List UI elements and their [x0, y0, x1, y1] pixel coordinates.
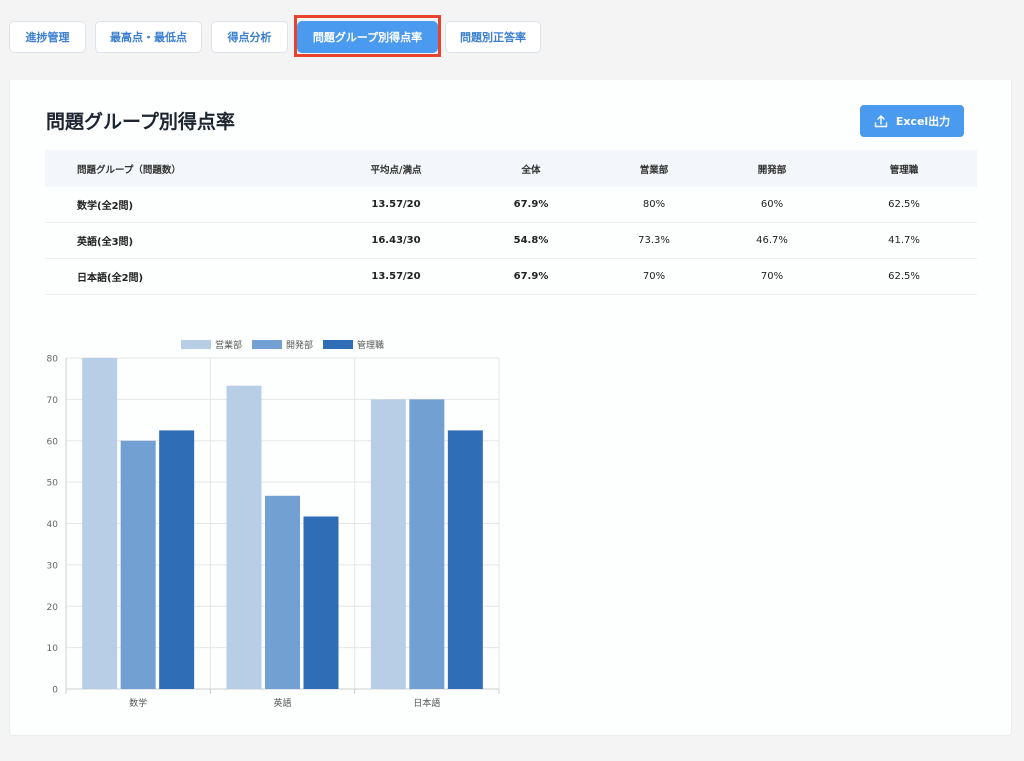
legend-swatch [181, 340, 211, 349]
y-tick-label: 80 [47, 355, 59, 365]
bar [82, 358, 118, 689]
x-tick-label: 数学 [129, 697, 147, 709]
bar [303, 516, 339, 689]
content-card: 問題グループ別得点率 Excel出力 問題グループ（問題数） 平均点/満点 全体… [9, 80, 1012, 736]
bar [370, 399, 406, 689]
bar [447, 430, 483, 689]
legend-label: 営業部 [215, 339, 242, 351]
tab-question-rate[interactable]: 問題別正答率 [445, 21, 541, 53]
tab-bar: 進捗管理 最高点・最低点 得点分析 問題グループ別得点率 問題別正答率 [0, 0, 1024, 80]
legend-label: 管理職 [357, 339, 384, 351]
table-row: 英語(全3問) 16.43/30 54.8% 73.3% 46.7% 41.7% [45, 223, 977, 259]
cell-overall: 67.9% [513, 199, 549, 210]
column-header-group: 問題グループ（問題数） [77, 164, 181, 176]
legend-swatch [323, 340, 353, 349]
y-tick-label: 60 [47, 437, 59, 447]
y-tick-label: 40 [47, 520, 59, 530]
cell-group: 日本語(全2問) [77, 273, 144, 284]
cell-dev: 70% [760, 271, 784, 282]
y-tick-label: 0 [52, 686, 58, 696]
legend-label: 開発部 [286, 339, 313, 351]
cell-sales: 80% [642, 199, 666, 210]
y-tick-label: 50 [47, 479, 59, 489]
upload-icon [874, 115, 888, 128]
bar [159, 430, 195, 689]
cell-overall: 54.8% [513, 235, 549, 246]
cell-average: 13.57/20 [371, 271, 421, 282]
y-tick-label: 70 [47, 396, 59, 406]
x-tick-label: 英語 [273, 697, 291, 709]
bar [226, 385, 262, 689]
cell-sales: 70% [642, 271, 666, 282]
table-row: 数学(全2問) 13.57/20 67.9% 80% 60% 62.5% [45, 187, 977, 223]
tab-progress[interactable]: 進捗管理 [9, 21, 86, 53]
table-header-row: 問題グループ（問題数） 平均点/満点 全体 営業部 開発部 管理職 [45, 150, 977, 187]
bar [265, 495, 300, 689]
group-rate-bar-chart: 0 10 20 30 40 50 60 70 80 数学 英語 日本語 営業部 開発部 管理職 [47, 339, 500, 709]
cell-dev: 46.7% [756, 235, 788, 246]
group-score-table: 問題グループ（問題数） 平均点/満点 全体 営業部 開発部 管理職 数学(全2問… [45, 150, 977, 295]
y-tick-label: 10 [47, 644, 59, 654]
y-tick-label: 20 [47, 603, 59, 613]
page-title: 問題グループ別得点率 [46, 111, 235, 133]
bar [120, 440, 156, 689]
cell-sales: 73.3% [638, 235, 670, 246]
bar [409, 399, 445, 689]
active-tab-highlight [294, 15, 441, 57]
cell-management: 41.7% [888, 235, 920, 246]
column-header-management: 管理職 [889, 164, 919, 176]
excel-button-label: Excel出力 [895, 115, 951, 128]
cell-group: 数学(全2問) [77, 201, 134, 212]
cell-management: 62.5% [888, 271, 920, 282]
tab-score-analysis[interactable]: 得点分析 [211, 21, 288, 53]
column-header-dev: 開発部 [757, 164, 787, 176]
cell-dev: 60% [760, 199, 784, 210]
column-header-average: 平均点/満点 [370, 164, 422, 176]
y-tick-label: 30 [47, 561, 59, 571]
excel-export-button[interactable]: Excel出力 [860, 105, 964, 137]
cell-group: 英語(全3問) [77, 237, 134, 248]
legend-swatch [252, 340, 282, 349]
cell-management: 62.5% [888, 199, 920, 210]
cell-overall: 67.9% [513, 271, 549, 282]
tab-high-low[interactable]: 最高点・最低点 [95, 21, 202, 53]
cell-average: 13.57/20 [371, 199, 421, 210]
column-header-overall: 全体 [521, 164, 541, 176]
table-row: 日本語(全2問) 13.57/20 67.9% 70% 70% 62.5% [45, 259, 977, 295]
x-tick-label: 日本語 [413, 697, 440, 709]
column-header-sales: 営業部 [639, 164, 669, 176]
cell-average: 16.43/30 [371, 235, 421, 246]
